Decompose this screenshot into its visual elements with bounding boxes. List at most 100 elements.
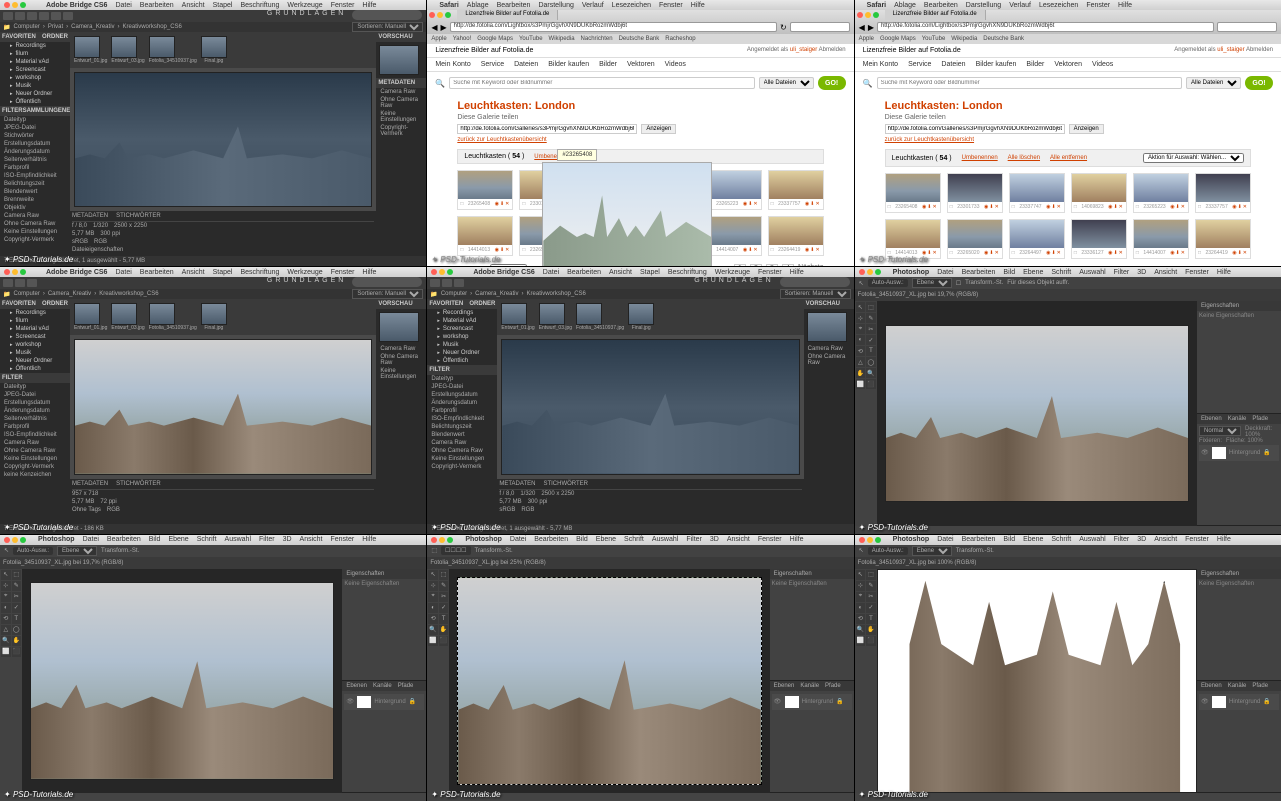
grid-thumb[interactable]: □23337747◉⬇✕ (1009, 173, 1065, 213)
menu-item[interactable]: Fenster (659, 2, 683, 9)
preview-image[interactable] (501, 339, 799, 474)
menu-item[interactable]: Lesezeichen (612, 2, 651, 9)
username[interactable]: uli_staiger (790, 47, 817, 53)
folder-item[interactable]: filum (0, 50, 70, 58)
url-input[interactable]: http://de.fotolia.com/Lightbox/s3PmjrGgv… (450, 22, 777, 32)
refine-button[interactable] (51, 12, 61, 20)
menu-item[interactable]: Verlauf (582, 2, 604, 9)
logout-link[interactable]: Abmelden (819, 47, 846, 53)
username[interactable]: uli_staiger (1217, 47, 1244, 53)
grid-thumb[interactable]: □14414007◉⬇✕ (706, 216, 762, 256)
favoriten-tab[interactable]: FAVORITEN (2, 34, 36, 40)
nav-item[interactable]: Dateien (941, 61, 965, 68)
menu-item[interactable]: Ablage (467, 2, 489, 9)
filter-item[interactable]: Objektiv (0, 204, 70, 212)
back-link[interactable]: zurück zur Leuchtkastenübersicht (457, 137, 823, 143)
menu-hilfe[interactable]: Hilfe (362, 2, 376, 9)
fwd-icon[interactable]: ▶ (440, 23, 446, 32)
browser-tab[interactable]: Lizenzfreie Bilder auf Fotolia.de (885, 10, 986, 20)
ordner-tab[interactable]: ORDNER (42, 34, 68, 40)
filter-dropdown[interactable]: Alle Dateien (1186, 77, 1241, 89)
preview-image[interactable] (74, 72, 372, 207)
filter-item[interactable]: Blendenwert (0, 188, 70, 196)
layers-tab[interactable]: Ebenen (1201, 416, 1222, 422)
nav-item[interactable]: Bilder (599, 61, 617, 68)
camera-icon[interactable] (39, 12, 49, 20)
text-tool[interactable]: T (866, 346, 876, 356)
menu-item[interactable]: Fenster (1086, 2, 1110, 9)
menu-beschriftung[interactable]: Beschriftung (240, 2, 279, 9)
channels-tab[interactable]: Kanäle (1228, 416, 1247, 422)
menu-item[interactable]: Lesezeichen (1039, 2, 1078, 9)
layer-row[interactable]: 👁Hintergrund🔒 (1199, 445, 1279, 461)
menu-item[interactable]: Darstellung (538, 2, 573, 9)
nav-item[interactable]: Videos (1092, 61, 1113, 68)
grid-thumb[interactable]: □23264419◉⬇✕ (1195, 219, 1251, 259)
bookmark[interactable]: Racheshop (665, 36, 695, 42)
filter-item[interactable]: Änderungsdatum (0, 148, 70, 156)
browser-tab[interactable]: Lizenzfreie Bilder auf Fotolia.de (457, 10, 558, 20)
filter-item[interactable]: Keine Einstellungen (0, 228, 70, 236)
filter-tab[interactable]: FILTER (2, 108, 23, 114)
grid-thumb[interactable]: □23336127◉⬇✕ (1071, 219, 1127, 259)
fg-color[interactable]: ⬜ (856, 379, 866, 389)
bookmark[interactable]: Google Maps (477, 36, 513, 42)
doc-tab[interactable]: Fotolia_34510937_XL.jpg bei 25% (RGB/8) (430, 560, 545, 566)
bookmark[interactable]: Nachrichten (581, 36, 613, 42)
canvas[interactable] (877, 569, 1197, 793)
lasso-tool[interactable]: ⊹ (856, 313, 866, 323)
menu-item[interactable]: Ablage (894, 2, 916, 9)
per-page-select[interactable]: 16 (490, 264, 527, 266)
nav-item[interactable]: Dateien (514, 61, 538, 68)
bookmark[interactable]: Yahoo! (453, 36, 472, 42)
back-icon[interactable]: ◀ (859, 23, 865, 32)
back-icon[interactable]: ◀ (431, 23, 437, 32)
grid-thumb[interactable]: □23337757◉⬇✕ (768, 170, 824, 210)
filter-item[interactable]: Seitenverhältnis (0, 156, 70, 164)
anzeigen-button[interactable]: Anzeigen (1069, 124, 1104, 134)
folder-item[interactable]: Recordings (0, 42, 70, 50)
bookmark[interactable]: YouTube (519, 36, 543, 42)
grid-thumb[interactable]: □23265408◉⬇✕ (457, 170, 513, 210)
menu-item[interactable]: Darstellung (966, 2, 1001, 9)
bookmark[interactable]: Apple (859, 36, 874, 42)
zoom-tool[interactable]: 🔍 (866, 368, 876, 378)
menu-ansicht[interactable]: Ansicht (182, 2, 205, 9)
search-input[interactable] (449, 77, 754, 89)
filter-dropdown[interactable]: Alle Dateien (759, 77, 814, 89)
action-select[interactable]: Aktion für Auswahl: Wählen... (1143, 153, 1244, 163)
bookmark[interactable]: Wikipedia (549, 36, 575, 42)
folder-item[interactable]: Musik (0, 82, 70, 90)
menu-item[interactable]: Bearbeiten (497, 2, 531, 9)
filter-item[interactable]: JPEG-Datei (0, 124, 70, 132)
go-button[interactable]: GO! (818, 76, 846, 90)
bookmark[interactable]: Deutsche Bank (619, 36, 660, 42)
grid-thumb[interactable]: □23265020◉⬇✕ (947, 219, 1003, 259)
nav-item[interactable]: Service (481, 61, 504, 68)
eyedropper-tool[interactable]: ✂ (866, 324, 876, 334)
properties-tab[interactable]: Eigenschaften (1201, 303, 1239, 309)
preview-image[interactable] (74, 339, 372, 474)
grid-thumb[interactable]: □23265223◉⬇✕ (1133, 173, 1189, 213)
grid-thumb[interactable]: □23337757◉⬇✕ (1195, 173, 1251, 213)
wand-tool[interactable]: ✎ (866, 313, 876, 323)
menu-item[interactable]: Hilfe (691, 2, 705, 9)
marquee-tool[interactable]: ⬚ (866, 302, 876, 312)
grid-thumb[interactable]: □23264497◉⬇✕ (1009, 219, 1065, 259)
nav-item[interactable]: Vektoren (1054, 61, 1082, 68)
grid-thumb[interactable]: □23265408◉⬇✕ (885, 173, 941, 213)
page-link[interactable]: 3 (766, 264, 778, 266)
preview-thumb[interactable] (379, 45, 419, 75)
filter-item[interactable]: ISO-Empfindlichkeit (0, 172, 70, 180)
menu-stapel[interactable]: Stapel (213, 2, 233, 9)
folder-item[interactable]: Material vAd (0, 58, 70, 66)
visibility-icon[interactable]: 👁 (1201, 449, 1209, 456)
clone-tool[interactable]: ⟲ (856, 346, 866, 356)
grid-thumb[interactable]: □14414007◉⬇✕ (1133, 219, 1189, 259)
search-input[interactable] (877, 77, 1182, 89)
filter-item[interactable]: Ohne Camera Raw (0, 220, 70, 228)
move-tool[interactable]: ↖ (856, 302, 866, 312)
nav-item[interactable]: Videos (665, 61, 686, 68)
back-link[interactable]: zurück zur Leuchtkastenübersicht (885, 137, 1251, 143)
filter-item[interactable]: Stichwörter (0, 132, 70, 140)
